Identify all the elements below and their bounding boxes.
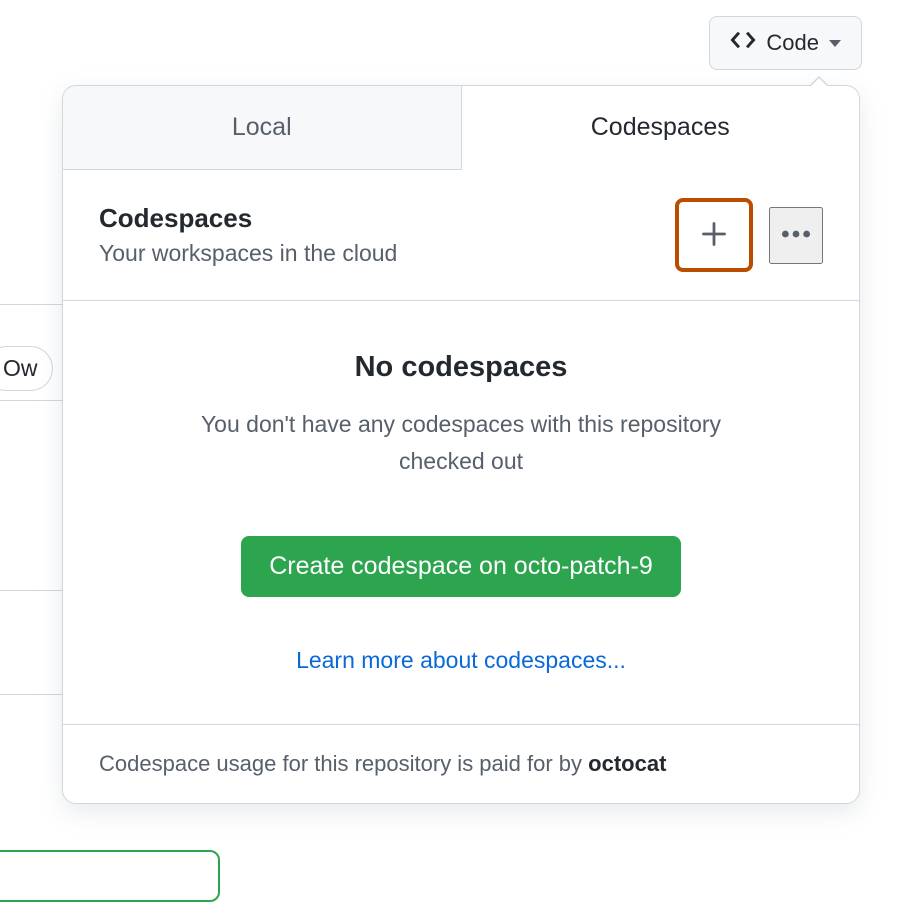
- learn-more-link[interactable]: Learn more about codespaces...: [296, 647, 626, 674]
- tab-codespaces[interactable]: Codespaces: [462, 86, 860, 170]
- empty-state-title: No codespaces: [99, 351, 823, 384]
- code-dropdown-popover: Local Codespaces Codespaces Your workspa…: [62, 85, 860, 804]
- empty-state-description: You don't have any codespaces with this …: [191, 406, 731, 480]
- footer-payer: octocat: [588, 751, 666, 776]
- tab-local-label: Local: [232, 113, 292, 142]
- codespaces-options-button[interactable]: [769, 207, 823, 264]
- kebab-icon: [779, 217, 813, 254]
- tab-codespaces-label: Codespaces: [591, 113, 730, 142]
- codespaces-subtitle: Your workspaces in the cloud: [99, 240, 397, 267]
- code-icon: [730, 27, 756, 59]
- code-button-label: Code: [766, 30, 819, 56]
- code-button[interactable]: Code: [709, 16, 862, 70]
- tab-local[interactable]: Local: [63, 86, 462, 169]
- background-green-outline: [0, 850, 220, 902]
- background-divider: [0, 400, 64, 401]
- codespaces-title: Codespaces: [99, 203, 397, 234]
- background-divider: [0, 694, 64, 695]
- footer: Codespace usage for this repository is p…: [63, 725, 859, 803]
- plus-icon: [700, 220, 728, 251]
- background-pill: Ow: [0, 346, 53, 391]
- codespaces-header: Codespaces Your workspaces in the cloud: [63, 170, 859, 301]
- background-divider: [0, 304, 64, 305]
- header-actions: [675, 198, 823, 272]
- background-divider: [0, 590, 64, 591]
- chevron-down-icon: [829, 40, 841, 47]
- tabs: Local Codespaces: [63, 86, 859, 170]
- create-codespace-plus-button[interactable]: [675, 198, 753, 272]
- create-codespace-button[interactable]: Create codespace on octo-patch-9: [241, 536, 681, 597]
- footer-text-prefix: Codespace usage for this repository is p…: [99, 751, 588, 776]
- codespaces-header-text: Codespaces Your workspaces in the cloud: [99, 203, 397, 267]
- popover-arrow: [809, 76, 829, 86]
- empty-state: No codespaces You don't have any codespa…: [63, 301, 859, 725]
